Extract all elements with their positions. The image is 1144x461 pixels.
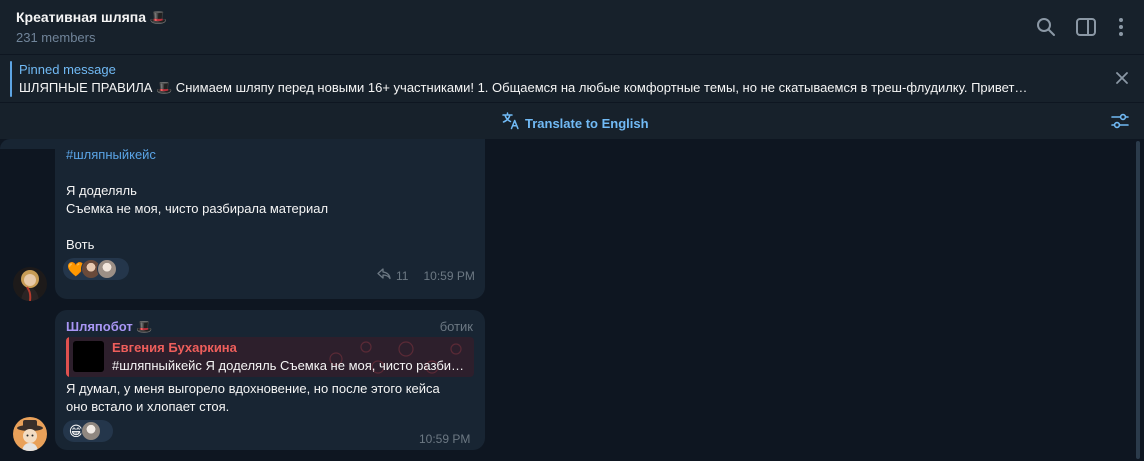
scrollbar[interactable] bbox=[1136, 141, 1140, 459]
translate-bar: Translate to English bbox=[0, 103, 1144, 139]
message-text-line: Съемка не моя, чисто разбирала материал bbox=[66, 201, 329, 216]
message-meta: 11 10:59 PM bbox=[377, 268, 475, 283]
reply-quote[interactable]: Евгения Бухаркина #шляпныйкейс Я доделял… bbox=[66, 337, 474, 377]
message-meta: 10:59 PM bbox=[419, 432, 470, 446]
message-list[interactable]: #шляпныйкейс Я доделяль Съемка не моя, ч… bbox=[0, 139, 1144, 461]
reply-author: Евгения Бухаркина bbox=[112, 340, 237, 355]
hashtag-link[interactable]: #шляпныйкейс bbox=[66, 147, 156, 162]
reply-thumbnail bbox=[73, 341, 104, 372]
message-bubble[interactable]: #шляпныйкейс Я доделяль Съемка не моя, ч… bbox=[55, 139, 485, 299]
forward-count: 11 bbox=[396, 268, 409, 283]
bot-badge: ботик bbox=[439, 319, 473, 334]
translate-button[interactable]: Translate to English bbox=[501, 112, 649, 135]
chat-header[interactable]: Креативная шляпа 🎩 231 members bbox=[0, 0, 1144, 54]
avatar[interactable] bbox=[13, 417, 47, 451]
message-text-line: Я думал, у меня выгорело вдохновение, но… bbox=[66, 381, 440, 396]
filter-settings-icon[interactable] bbox=[1110, 112, 1130, 130]
translate-icon bbox=[501, 112, 521, 135]
reply-indicator bbox=[66, 337, 69, 377]
message-text-line: Воть bbox=[66, 237, 95, 252]
more-vertical-icon[interactable] bbox=[1109, 15, 1133, 39]
message-time: 10:59 PM bbox=[419, 432, 471, 446]
reaction-pill[interactable]: 🧡 bbox=[63, 258, 129, 280]
reaction-pill[interactable]: 😁 bbox=[63, 420, 113, 442]
sidebar-toggle-icon[interactable] bbox=[1074, 15, 1098, 39]
forward-icon bbox=[377, 268, 391, 283]
sender-name[interactable]: Шляпобот 🎩 bbox=[66, 319, 153, 335]
reply-text: #шляпныйкейс Я доделяль Съемка не моя, ч… bbox=[112, 358, 468, 373]
pinned-text: ШЛЯПНЫЕ ПРАВИЛА 🎩 Снимаем шляпу перед но… bbox=[19, 80, 1028, 95]
chat-title[interactable]: Креативная шляпа 🎩 bbox=[16, 9, 167, 26]
member-count: 231 members bbox=[16, 30, 96, 45]
reactor-avatar bbox=[97, 259, 117, 279]
reactor-avatar bbox=[81, 421, 101, 441]
pinned-message-bar[interactable]: Pinned message ШЛЯПНЫЕ ПРАВИЛА 🎩 Снимаем… bbox=[0, 55, 1144, 102]
message-text-line: Я доделяль bbox=[66, 183, 137, 198]
close-icon[interactable] bbox=[1114, 70, 1130, 86]
pinned-label: Pinned message bbox=[19, 62, 116, 77]
message-time: 10:59 PM bbox=[423, 268, 475, 283]
message-bubble[interactable]: Шляпобот 🎩 ботик Евгения Бухаркина #шляп… bbox=[55, 310, 485, 450]
search-icon[interactable] bbox=[1034, 15, 1058, 39]
avatar[interactable] bbox=[13, 267, 47, 301]
translate-label: Translate to English bbox=[525, 116, 649, 131]
pinned-indicator bbox=[10, 61, 12, 97]
message-text-line: оно встало и хлопает стоя. bbox=[66, 399, 230, 414]
